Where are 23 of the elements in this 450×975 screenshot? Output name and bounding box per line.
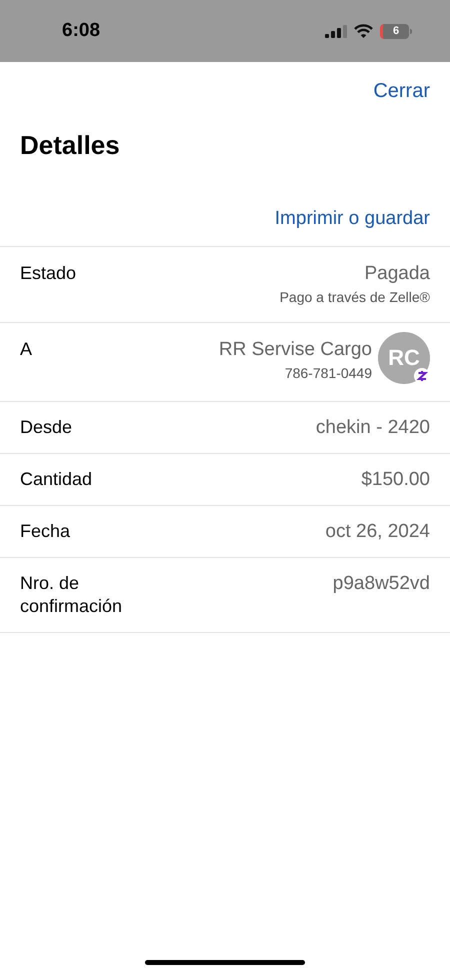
field-value: Pagada	[364, 262, 430, 284]
signal-icon	[325, 24, 347, 38]
avatar: RC	[378, 332, 430, 384]
wifi-icon	[354, 24, 373, 38]
field-label: Nro. de confirmación	[20, 572, 124, 618]
zelle-badge-icon	[414, 368, 430, 384]
payment-note: Pago a través de Zelle®	[280, 288, 430, 306]
field-label: Cantidad	[20, 468, 92, 490]
field-value: chekin - 2420	[316, 416, 430, 438]
field-label: A	[20, 338, 32, 360]
print-button[interactable]: Imprimir o guardar	[274, 205, 430, 234]
clock-time: 6:08	[62, 18, 100, 43]
field-value: $150.00	[361, 468, 430, 490]
field-value: RR Servise Cargo	[218, 338, 372, 360]
battery-indicator: 6	[380, 24, 412, 38]
field-label: Fecha	[20, 520, 70, 542]
phone-number: 786-781-0449	[284, 364, 372, 382]
field-value: p9a8w52vd	[332, 572, 430, 594]
field-label: Estado	[20, 262, 76, 284]
field-label: Desde	[20, 416, 72, 438]
field-value: oct 26, 2024	[325, 520, 430, 542]
close-button[interactable]: Cerrar	[373, 76, 430, 106]
page-title: Detalles	[19, 129, 121, 162]
